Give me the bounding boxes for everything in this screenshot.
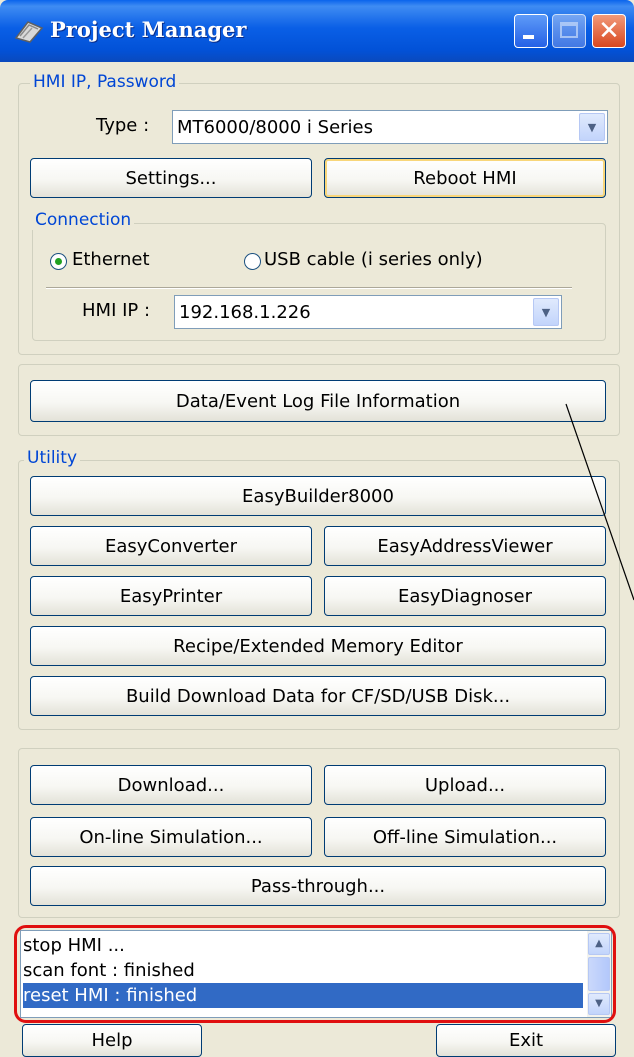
annotation-pointer-line: [565, 403, 634, 601]
project-manager-window: Project Manager ✕ HMI IP, Password Type …: [0, 0, 634, 1057]
